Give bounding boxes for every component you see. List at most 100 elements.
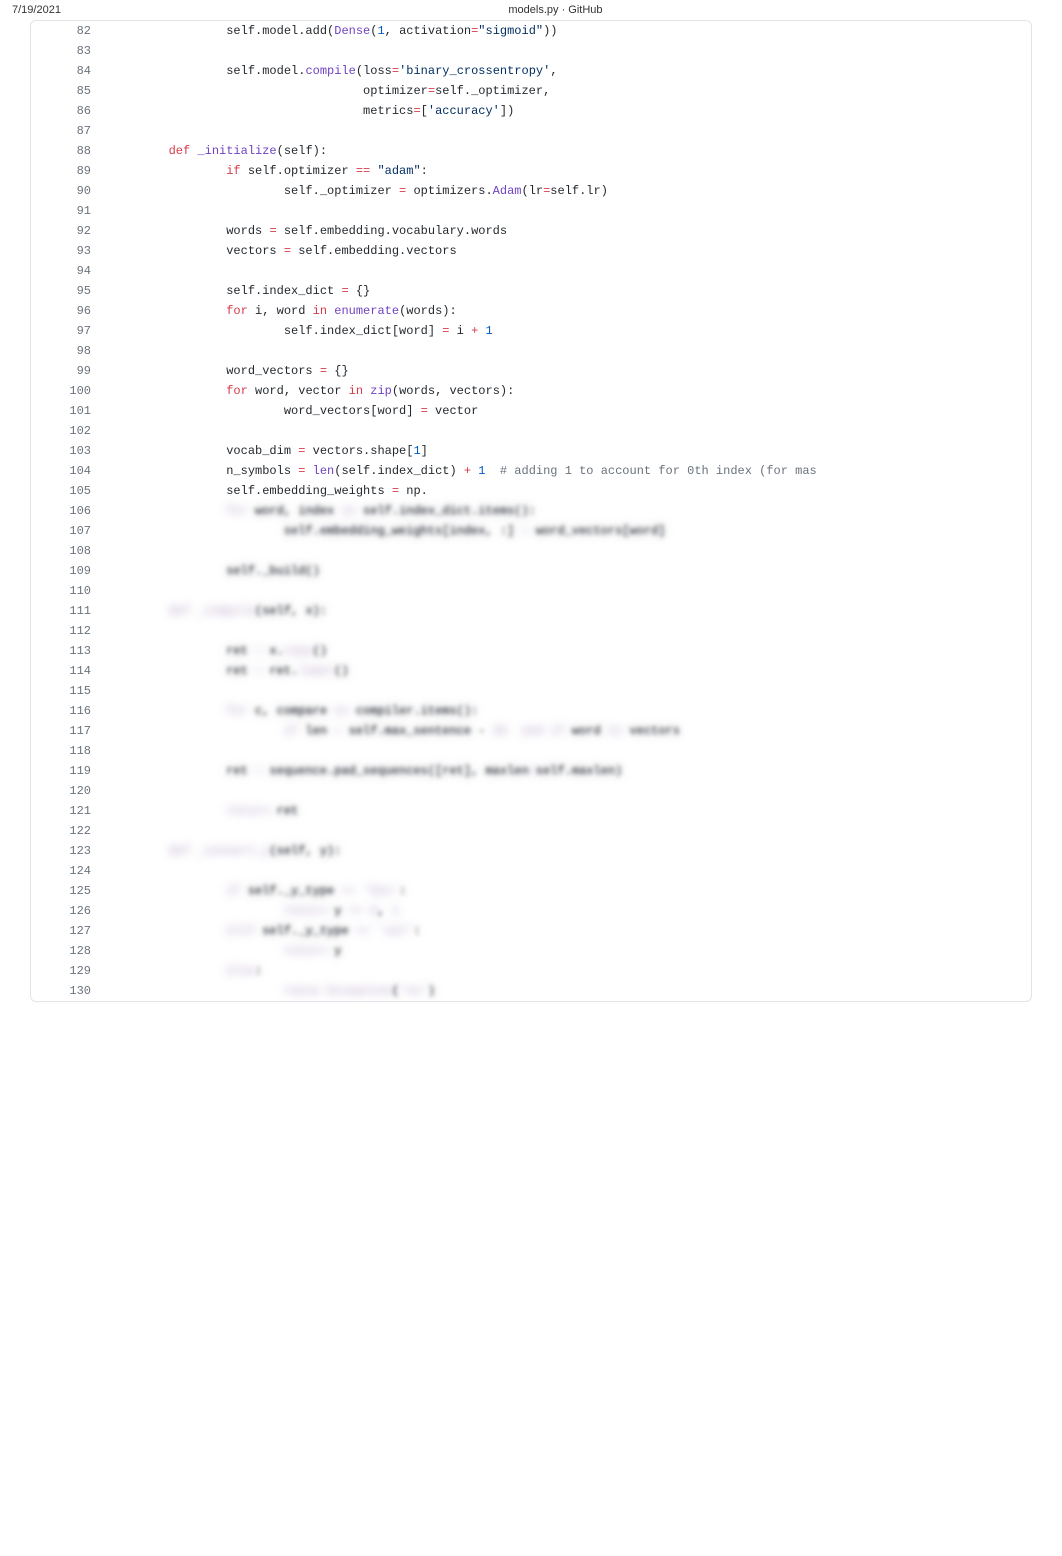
line-number[interactable]: 128 <box>31 941 101 961</box>
code-content[interactable]: for word, vector in zip(words, vectors): <box>101 381 1031 401</box>
line-number[interactable]: 122 <box>31 821 101 841</box>
line-number[interactable]: 115 <box>31 681 101 701</box>
line-number[interactable]: 83 <box>31 41 101 61</box>
code-content[interactable]: self.index_dict = {} <box>101 281 1031 301</box>
line-number[interactable]: 123 <box>31 841 101 861</box>
line-number[interactable]: 117 <box>31 721 101 741</box>
code-content[interactable]: for i, word in enumerate(words): <box>101 301 1031 321</box>
code-content[interactable] <box>101 421 1031 441</box>
line-number[interactable]: 112 <box>31 621 101 641</box>
code-content[interactable]: n_symbols = len(self.index_dict) + 1 # a… <box>101 461 1031 481</box>
code-content[interactable]: return ret <box>101 801 1031 821</box>
line-number[interactable]: 95 <box>31 281 101 301</box>
code-content[interactable] <box>101 341 1031 361</box>
line-number[interactable]: 102 <box>31 421 101 441</box>
line-number[interactable]: 130 <box>31 981 101 1001</box>
line-number[interactable]: 108 <box>31 541 101 561</box>
line-number[interactable]: 118 <box>31 741 101 761</box>
code-content[interactable]: def _convert_y(self, y): <box>101 841 1031 861</box>
line-number[interactable]: 114 <box>31 661 101 681</box>
line-number[interactable]: 121 <box>31 801 101 821</box>
code-content[interactable]: else: <box>101 961 1031 981</box>
code-content[interactable] <box>101 41 1031 61</box>
code-content[interactable] <box>101 261 1031 281</box>
code-content[interactable]: elif self._y_type == 'val': <box>101 921 1031 941</box>
line-number[interactable]: 111 <box>31 601 101 621</box>
code-content[interactable]: words = self.embedding.vocabulary.words <box>101 221 1031 241</box>
code-content[interactable]: def _compile(self, x): <box>101 601 1031 621</box>
code-content[interactable]: raise Exception('no') <box>101 981 1031 1001</box>
code-content[interactable] <box>101 541 1031 561</box>
code-content[interactable]: vocab_dim = vectors.shape[1] <box>101 441 1031 461</box>
code-content[interactable] <box>101 201 1031 221</box>
line-number[interactable]: 104 <box>31 461 101 481</box>
code-content[interactable] <box>101 821 1031 841</box>
code-content[interactable]: if len < self.max_sentence - 20 and if w… <box>101 721 1031 741</box>
code-content[interactable]: self.index_dict[word] = i + 1 <box>101 321 1031 341</box>
code-content[interactable] <box>101 781 1031 801</box>
line-number[interactable]: 129 <box>31 961 101 981</box>
line-number[interactable]: 88 <box>31 141 101 161</box>
code-content[interactable]: self._build() <box>101 561 1031 581</box>
line-number[interactable]: 97 <box>31 321 101 341</box>
line-number[interactable]: 105 <box>31 481 101 501</box>
line-number[interactable]: 125 <box>31 881 101 901</box>
code-line: 116 for c, compare in compiler.items(): <box>31 701 1031 721</box>
code-content[interactable]: self.model.add(Dense(1, activation="sigm… <box>101 21 1031 41</box>
line-number[interactable]: 124 <box>31 861 101 881</box>
code-content[interactable]: for word, index in self.index_dict.items… <box>101 501 1031 521</box>
code-content[interactable]: vectors = self.embedding.vectors <box>101 241 1031 261</box>
line-number[interactable]: 110 <box>31 581 101 601</box>
line-number[interactable]: 126 <box>31 901 101 921</box>
line-number[interactable]: 103 <box>31 441 101 461</box>
line-number[interactable]: 109 <box>31 561 101 581</box>
code-content[interactable] <box>101 121 1031 141</box>
line-number[interactable]: 82 <box>31 21 101 41</box>
line-number[interactable]: 86 <box>31 101 101 121</box>
code-content[interactable]: self.model.compile(loss='binary_crossent… <box>101 61 1031 81</box>
code-content[interactable] <box>101 741 1031 761</box>
line-number[interactable]: 101 <box>31 401 101 421</box>
line-number[interactable]: 106 <box>31 501 101 521</box>
line-number[interactable]: 84 <box>31 61 101 81</box>
line-number[interactable]: 113 <box>31 641 101 661</box>
line-number[interactable]: 90 <box>31 181 101 201</box>
line-number[interactable]: 107 <box>31 521 101 541</box>
line-number[interactable]: 89 <box>31 161 101 181</box>
line-number[interactable]: 96 <box>31 301 101 321</box>
line-number[interactable]: 85 <box>31 81 101 101</box>
code-content[interactable]: self.embedding_weights[index, :] = word_… <box>101 521 1031 541</box>
code-content[interactable]: word_vectors = {} <box>101 361 1031 381</box>
line-number[interactable]: 98 <box>31 341 101 361</box>
line-number[interactable]: 92 <box>31 221 101 241</box>
code-content[interactable]: ret = ret.lower() <box>101 661 1031 681</box>
line-number[interactable]: 100 <box>31 381 101 401</box>
line-number[interactable]: 127 <box>31 921 101 941</box>
code-content[interactable] <box>101 861 1031 881</box>
line-number[interactable]: 93 <box>31 241 101 261</box>
code-content[interactable]: optimizer=self._optimizer, <box>101 81 1031 101</box>
code-content[interactable]: if self._y_type == 'bin': <box>101 881 1031 901</box>
code-content[interactable]: word_vectors[word] = vector <box>101 401 1031 421</box>
line-number[interactable]: 94 <box>31 261 101 281</box>
code-content[interactable]: metrics=['accuracy']) <box>101 101 1031 121</box>
line-number[interactable]: 99 <box>31 361 101 381</box>
line-number[interactable]: 91 <box>31 201 101 221</box>
code-content[interactable] <box>101 581 1031 601</box>
code-content[interactable]: ret = sequence.pad_sequences([ret], maxl… <box>101 761 1031 781</box>
code-content[interactable]: def _initialize(self): <box>101 141 1031 161</box>
code-content[interactable]: return y == 0, 1 <box>101 901 1031 921</box>
line-number[interactable]: 87 <box>31 121 101 141</box>
line-number[interactable]: 119 <box>31 761 101 781</box>
code-line: 89 if self.optimizer == "adam": <box>31 161 1031 181</box>
code-content[interactable]: ret = x.copy() <box>101 641 1031 661</box>
code-content[interactable] <box>101 681 1031 701</box>
code-content[interactable]: if self.optimizer == "adam": <box>101 161 1031 181</box>
code-content[interactable]: return y <box>101 941 1031 961</box>
code-content[interactable] <box>101 621 1031 641</box>
code-content[interactable]: self._optimizer = optimizers.Adam(lr=sel… <box>101 181 1031 201</box>
line-number[interactable]: 120 <box>31 781 101 801</box>
code-content[interactable]: for c, compare in compiler.items(): <box>101 701 1031 721</box>
code-content[interactable]: self.embedding_weights = np. <box>101 481 1031 501</box>
line-number[interactable]: 116 <box>31 701 101 721</box>
